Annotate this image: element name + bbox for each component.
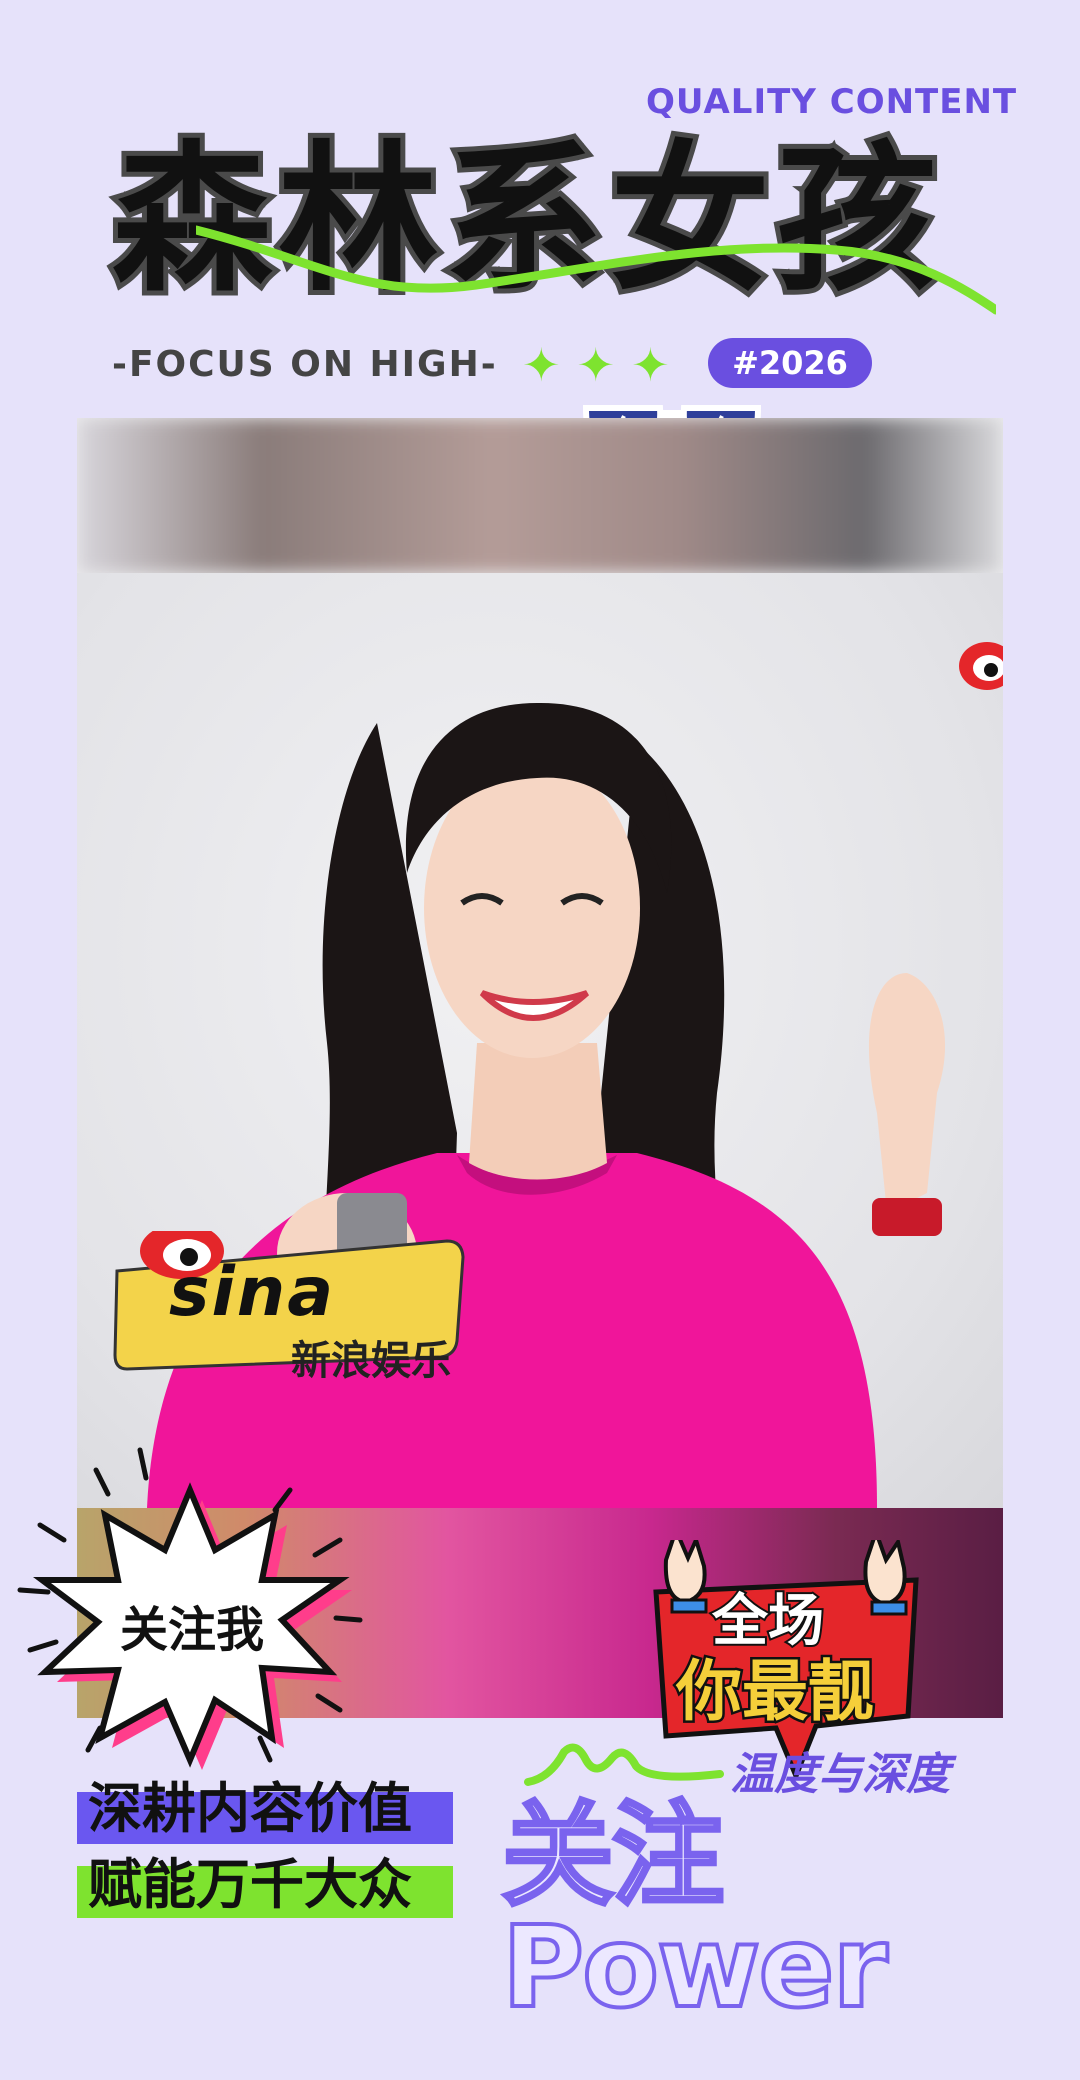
quality-content-label: QUALITY CONTENT	[646, 82, 1018, 122]
warmth-depth-label: 温度与深度	[730, 1749, 950, 1800]
focus-subtitle: -FOCUS ON HIGH-	[112, 344, 498, 385]
blurred-top-band	[77, 418, 1003, 573]
sina-sub-text: 新浪娱乐	[291, 1338, 451, 1384]
slogan-line1: 深耕内容价值	[88, 1777, 412, 1840]
photo-panel: sina 新浪娱乐	[77, 418, 1003, 1508]
sticker-text-line2: 你最靓	[674, 1651, 877, 1733]
sparkle-icon: ✦✦✦	[522, 338, 686, 392]
green-wave-decoration	[196, 225, 996, 315]
slogan-line2: 赋能万千大众	[88, 1853, 412, 1916]
follow-me-button[interactable]: 关注我	[120, 1590, 264, 1660]
sina-brand-text: sina	[169, 1253, 336, 1332]
hashtag-badge: #2026	[708, 338, 872, 388]
green-squiggle-decoration	[524, 1743, 724, 1786]
follow-power-title: 关注Power	[500, 1791, 890, 2033]
